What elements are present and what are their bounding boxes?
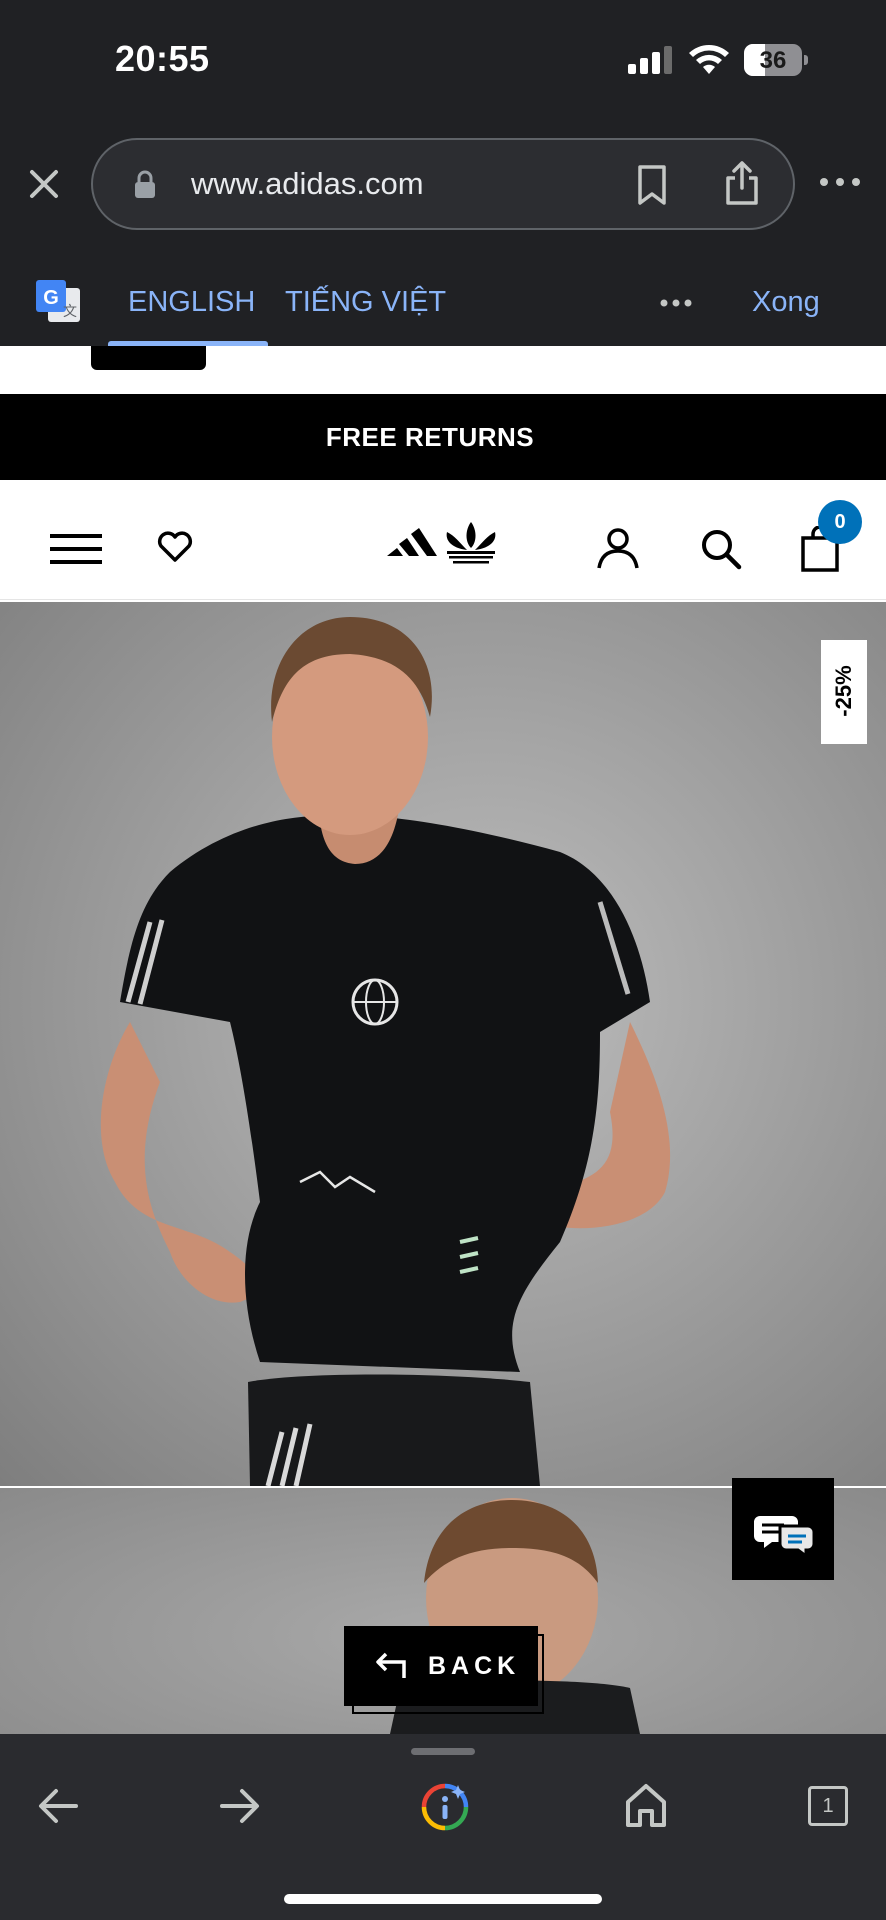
wifi-icon: [689, 45, 729, 74]
chat-button[interactable]: [732, 1478, 834, 1580]
wishlist-heart-icon[interactable]: [156, 530, 194, 564]
tab-switcher-button[interactable]: 1: [808, 1786, 848, 1826]
nav-back-icon[interactable]: [36, 1786, 80, 1826]
google-lens-icon[interactable]: [420, 1782, 470, 1832]
google-translate-icon: G 文: [36, 280, 80, 322]
phone-screen: 20:55 36 www.adidas.com G 文 ENGLISH TIẾN…: [0, 0, 886, 1920]
translate-done-button[interactable]: Xong: [752, 286, 820, 319]
discount-badge-text: -25%: [831, 665, 856, 717]
account-icon[interactable]: [596, 526, 640, 570]
chat-bubbles-icon: [754, 1516, 816, 1559]
battery-percent: 36: [759, 47, 787, 74]
product-hero-image[interactable]: -25%: [0, 602, 886, 1486]
address-bar[interactable]: www.adidas.com: [91, 138, 795, 230]
promo-banner[interactable]: FREE RETURNS: [0, 394, 886, 480]
browser-url-row: www.adidas.com: [0, 120, 886, 250]
site-header: 0: [0, 480, 886, 600]
url-text[interactable]: www.adidas.com: [191, 166, 424, 202]
tab-english[interactable]: ENGLISH: [108, 250, 268, 346]
clock: 20:55: [115, 38, 210, 79]
back-arrow-icon: [376, 1652, 406, 1678]
toolbar-grab-handle[interactable]: [411, 1748, 475, 1755]
lock-icon: [135, 170, 155, 198]
nav-forward-icon[interactable]: [218, 1786, 262, 1826]
partial-banner-logo: [91, 346, 206, 370]
tab-vietnamese[interactable]: TIẾNG VIỆT: [285, 286, 446, 319]
bookmark-icon[interactable]: [635, 164, 669, 206]
svg-text:文: 文: [63, 304, 77, 320]
status-bar: 20:55 36: [0, 0, 886, 120]
search-icon[interactable]: [700, 528, 742, 570]
tab-english-label: ENGLISH: [128, 286, 256, 318]
translate-bar: G 文 ENGLISH TIẾNG VIỆT Xong: [0, 250, 886, 346]
cart-count-badge[interactable]: 0: [818, 500, 862, 544]
battery-icon: 36: [744, 44, 808, 76]
browser-toolbar: 1: [0, 1734, 886, 1920]
translate-more-icon[interactable]: [660, 298, 692, 308]
partial-top-banner: [0, 346, 886, 394]
more-options-icon[interactable]: [818, 172, 862, 192]
discount-badge: -25%: [821, 640, 867, 744]
back-button[interactable]: BACK: [344, 1626, 544, 1714]
cellular-signal-icon: [628, 46, 672, 74]
menu-icon[interactable]: [50, 532, 102, 566]
svg-text:G: G: [43, 287, 59, 309]
home-icon[interactable]: [624, 1782, 668, 1828]
back-button-label: BACK: [428, 1652, 521, 1680]
close-icon[interactable]: [24, 164, 64, 204]
home-indicator[interactable]: [284, 1894, 602, 1904]
runner-photo: [100, 617, 671, 1486]
share-icon[interactable]: [723, 160, 761, 206]
adidas-logo[interactable]: [385, 520, 500, 566]
promo-text: FREE RETURNS: [325, 422, 535, 452]
